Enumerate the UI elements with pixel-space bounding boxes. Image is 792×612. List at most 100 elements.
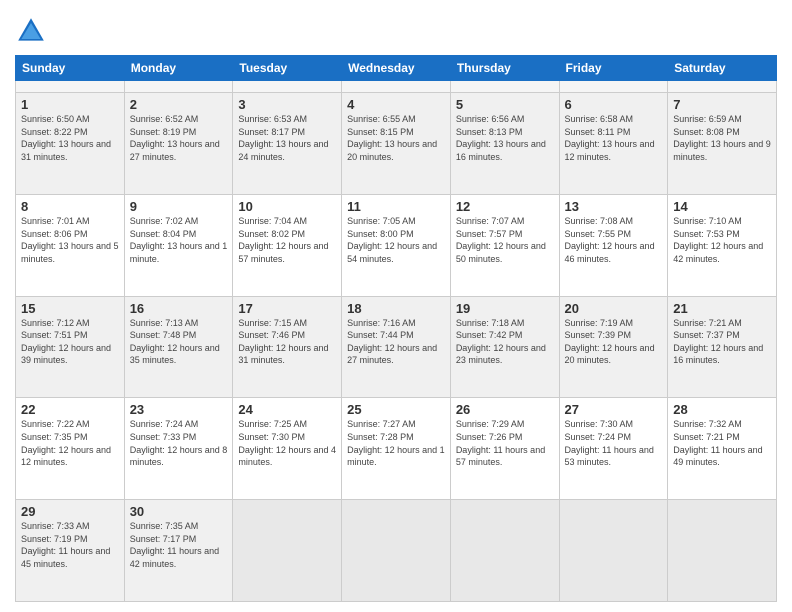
day-number: 3 xyxy=(238,97,336,112)
table-row: 2 Sunrise: 6:52 AM Sunset: 8:19 PM Dayli… xyxy=(124,93,233,195)
table-row xyxy=(342,500,451,602)
table-row xyxy=(450,81,559,93)
day-number: 8 xyxy=(21,199,119,214)
table-row: 29 Sunrise: 7:33 AM Sunset: 7:19 PM Dayl… xyxy=(16,500,125,602)
day-number: 6 xyxy=(565,97,663,112)
day-info: Sunrise: 7:07 AM Sunset: 7:57 PM Dayligh… xyxy=(456,215,554,265)
table-row: 19 Sunrise: 7:18 AM Sunset: 7:42 PM Dayl… xyxy=(450,296,559,398)
table-row: 14 Sunrise: 7:10 AM Sunset: 7:53 PM Dayl… xyxy=(668,194,777,296)
table-row: 20 Sunrise: 7:19 AM Sunset: 7:39 PM Dayl… xyxy=(559,296,668,398)
table-row: 3 Sunrise: 6:53 AM Sunset: 8:17 PM Dayli… xyxy=(233,93,342,195)
day-info: Sunrise: 6:59 AM Sunset: 8:08 PM Dayligh… xyxy=(673,113,771,163)
day-info: Sunrise: 7:04 AM Sunset: 8:02 PM Dayligh… xyxy=(238,215,336,265)
col-monday: Monday xyxy=(124,56,233,81)
day-info: Sunrise: 6:53 AM Sunset: 8:17 PM Dayligh… xyxy=(238,113,336,163)
day-info: Sunrise: 7:12 AM Sunset: 7:51 PM Dayligh… xyxy=(21,317,119,367)
day-info: Sunrise: 7:10 AM Sunset: 7:53 PM Dayligh… xyxy=(673,215,771,265)
logo-icon xyxy=(15,15,47,47)
table-row: 5 Sunrise: 6:56 AM Sunset: 8:13 PM Dayli… xyxy=(450,93,559,195)
day-number: 11 xyxy=(347,199,445,214)
calendar-week-row: 1 Sunrise: 6:50 AM Sunset: 8:22 PM Dayli… xyxy=(16,93,777,195)
day-number: 16 xyxy=(130,301,228,316)
day-info: Sunrise: 7:16 AM Sunset: 7:44 PM Dayligh… xyxy=(347,317,445,367)
day-info: Sunrise: 7:33 AM Sunset: 7:19 PM Dayligh… xyxy=(21,520,119,570)
page: Sunday Monday Tuesday Wednesday Thursday… xyxy=(0,0,792,612)
day-number: 25 xyxy=(347,402,445,417)
table-row xyxy=(233,81,342,93)
day-number: 27 xyxy=(565,402,663,417)
table-row: 15 Sunrise: 7:12 AM Sunset: 7:51 PM Dayl… xyxy=(16,296,125,398)
day-number: 13 xyxy=(565,199,663,214)
table-row: 8 Sunrise: 7:01 AM Sunset: 8:06 PM Dayli… xyxy=(16,194,125,296)
day-info: Sunrise: 7:29 AM Sunset: 7:26 PM Dayligh… xyxy=(456,418,554,468)
table-row: 4 Sunrise: 6:55 AM Sunset: 8:15 PM Dayli… xyxy=(342,93,451,195)
header xyxy=(15,15,777,47)
day-number: 9 xyxy=(130,199,228,214)
table-row: 10 Sunrise: 7:04 AM Sunset: 8:02 PM Dayl… xyxy=(233,194,342,296)
table-row: 22 Sunrise: 7:22 AM Sunset: 7:35 PM Dayl… xyxy=(16,398,125,500)
day-number: 26 xyxy=(456,402,554,417)
calendar-week-row: 15 Sunrise: 7:12 AM Sunset: 7:51 PM Dayl… xyxy=(16,296,777,398)
table-row: 17 Sunrise: 7:15 AM Sunset: 7:46 PM Dayl… xyxy=(233,296,342,398)
col-saturday: Saturday xyxy=(668,56,777,81)
table-row: 25 Sunrise: 7:27 AM Sunset: 7:28 PM Dayl… xyxy=(342,398,451,500)
table-row: 27 Sunrise: 7:30 AM Sunset: 7:24 PM Dayl… xyxy=(559,398,668,500)
table-row: 30 Sunrise: 7:35 AM Sunset: 7:17 PM Dayl… xyxy=(124,500,233,602)
table-row: 23 Sunrise: 7:24 AM Sunset: 7:33 PM Dayl… xyxy=(124,398,233,500)
day-number: 24 xyxy=(238,402,336,417)
table-row: 7 Sunrise: 6:59 AM Sunset: 8:08 PM Dayli… xyxy=(668,93,777,195)
day-number: 21 xyxy=(673,301,771,316)
day-number: 19 xyxy=(456,301,554,316)
table-row: 13 Sunrise: 7:08 AM Sunset: 7:55 PM Dayl… xyxy=(559,194,668,296)
day-info: Sunrise: 7:19 AM Sunset: 7:39 PM Dayligh… xyxy=(565,317,663,367)
day-info: Sunrise: 6:58 AM Sunset: 8:11 PM Dayligh… xyxy=(565,113,663,163)
day-info: Sunrise: 7:35 AM Sunset: 7:17 PM Dayligh… xyxy=(130,520,228,570)
col-tuesday: Tuesday xyxy=(233,56,342,81)
day-number: 29 xyxy=(21,504,119,519)
day-info: Sunrise: 7:15 AM Sunset: 7:46 PM Dayligh… xyxy=(238,317,336,367)
day-number: 5 xyxy=(456,97,554,112)
table-row xyxy=(668,81,777,93)
day-info: Sunrise: 7:30 AM Sunset: 7:24 PM Dayligh… xyxy=(565,418,663,468)
calendar-week-row: 8 Sunrise: 7:01 AM Sunset: 8:06 PM Dayli… xyxy=(16,194,777,296)
table-row xyxy=(668,500,777,602)
day-info: Sunrise: 6:55 AM Sunset: 8:15 PM Dayligh… xyxy=(347,113,445,163)
day-info: Sunrise: 6:52 AM Sunset: 8:19 PM Dayligh… xyxy=(130,113,228,163)
day-number: 28 xyxy=(673,402,771,417)
table-row: 12 Sunrise: 7:07 AM Sunset: 7:57 PM Dayl… xyxy=(450,194,559,296)
day-number: 17 xyxy=(238,301,336,316)
logo xyxy=(15,15,51,47)
day-number: 20 xyxy=(565,301,663,316)
col-wednesday: Wednesday xyxy=(342,56,451,81)
day-info: Sunrise: 7:08 AM Sunset: 7:55 PM Dayligh… xyxy=(565,215,663,265)
table-row xyxy=(16,81,125,93)
day-info: Sunrise: 6:50 AM Sunset: 8:22 PM Dayligh… xyxy=(21,113,119,163)
calendar-header-row: Sunday Monday Tuesday Wednesday Thursday… xyxy=(16,56,777,81)
table-row: 18 Sunrise: 7:16 AM Sunset: 7:44 PM Dayl… xyxy=(342,296,451,398)
day-info: Sunrise: 7:27 AM Sunset: 7:28 PM Dayligh… xyxy=(347,418,445,468)
calendar-week-row xyxy=(16,81,777,93)
day-info: Sunrise: 7:21 AM Sunset: 7:37 PM Dayligh… xyxy=(673,317,771,367)
table-row xyxy=(450,500,559,602)
table-row: 24 Sunrise: 7:25 AM Sunset: 7:30 PM Dayl… xyxy=(233,398,342,500)
day-number: 30 xyxy=(130,504,228,519)
day-info: Sunrise: 7:24 AM Sunset: 7:33 PM Dayligh… xyxy=(130,418,228,468)
day-number: 23 xyxy=(130,402,228,417)
day-number: 22 xyxy=(21,402,119,417)
day-number: 12 xyxy=(456,199,554,214)
day-info: Sunrise: 7:01 AM Sunset: 8:06 PM Dayligh… xyxy=(21,215,119,265)
day-number: 7 xyxy=(673,97,771,112)
day-info: Sunrise: 7:13 AM Sunset: 7:48 PM Dayligh… xyxy=(130,317,228,367)
col-friday: Friday xyxy=(559,56,668,81)
day-info: Sunrise: 7:32 AM Sunset: 7:21 PM Dayligh… xyxy=(673,418,771,468)
day-number: 2 xyxy=(130,97,228,112)
table-row: 26 Sunrise: 7:29 AM Sunset: 7:26 PM Dayl… xyxy=(450,398,559,500)
table-row xyxy=(559,500,668,602)
day-info: Sunrise: 7:18 AM Sunset: 7:42 PM Dayligh… xyxy=(456,317,554,367)
table-row xyxy=(124,81,233,93)
day-info: Sunrise: 7:25 AM Sunset: 7:30 PM Dayligh… xyxy=(238,418,336,468)
day-number: 4 xyxy=(347,97,445,112)
calendar-week-row: 29 Sunrise: 7:33 AM Sunset: 7:19 PM Dayl… xyxy=(16,500,777,602)
day-number: 1 xyxy=(21,97,119,112)
calendar-week-row: 22 Sunrise: 7:22 AM Sunset: 7:35 PM Dayl… xyxy=(16,398,777,500)
